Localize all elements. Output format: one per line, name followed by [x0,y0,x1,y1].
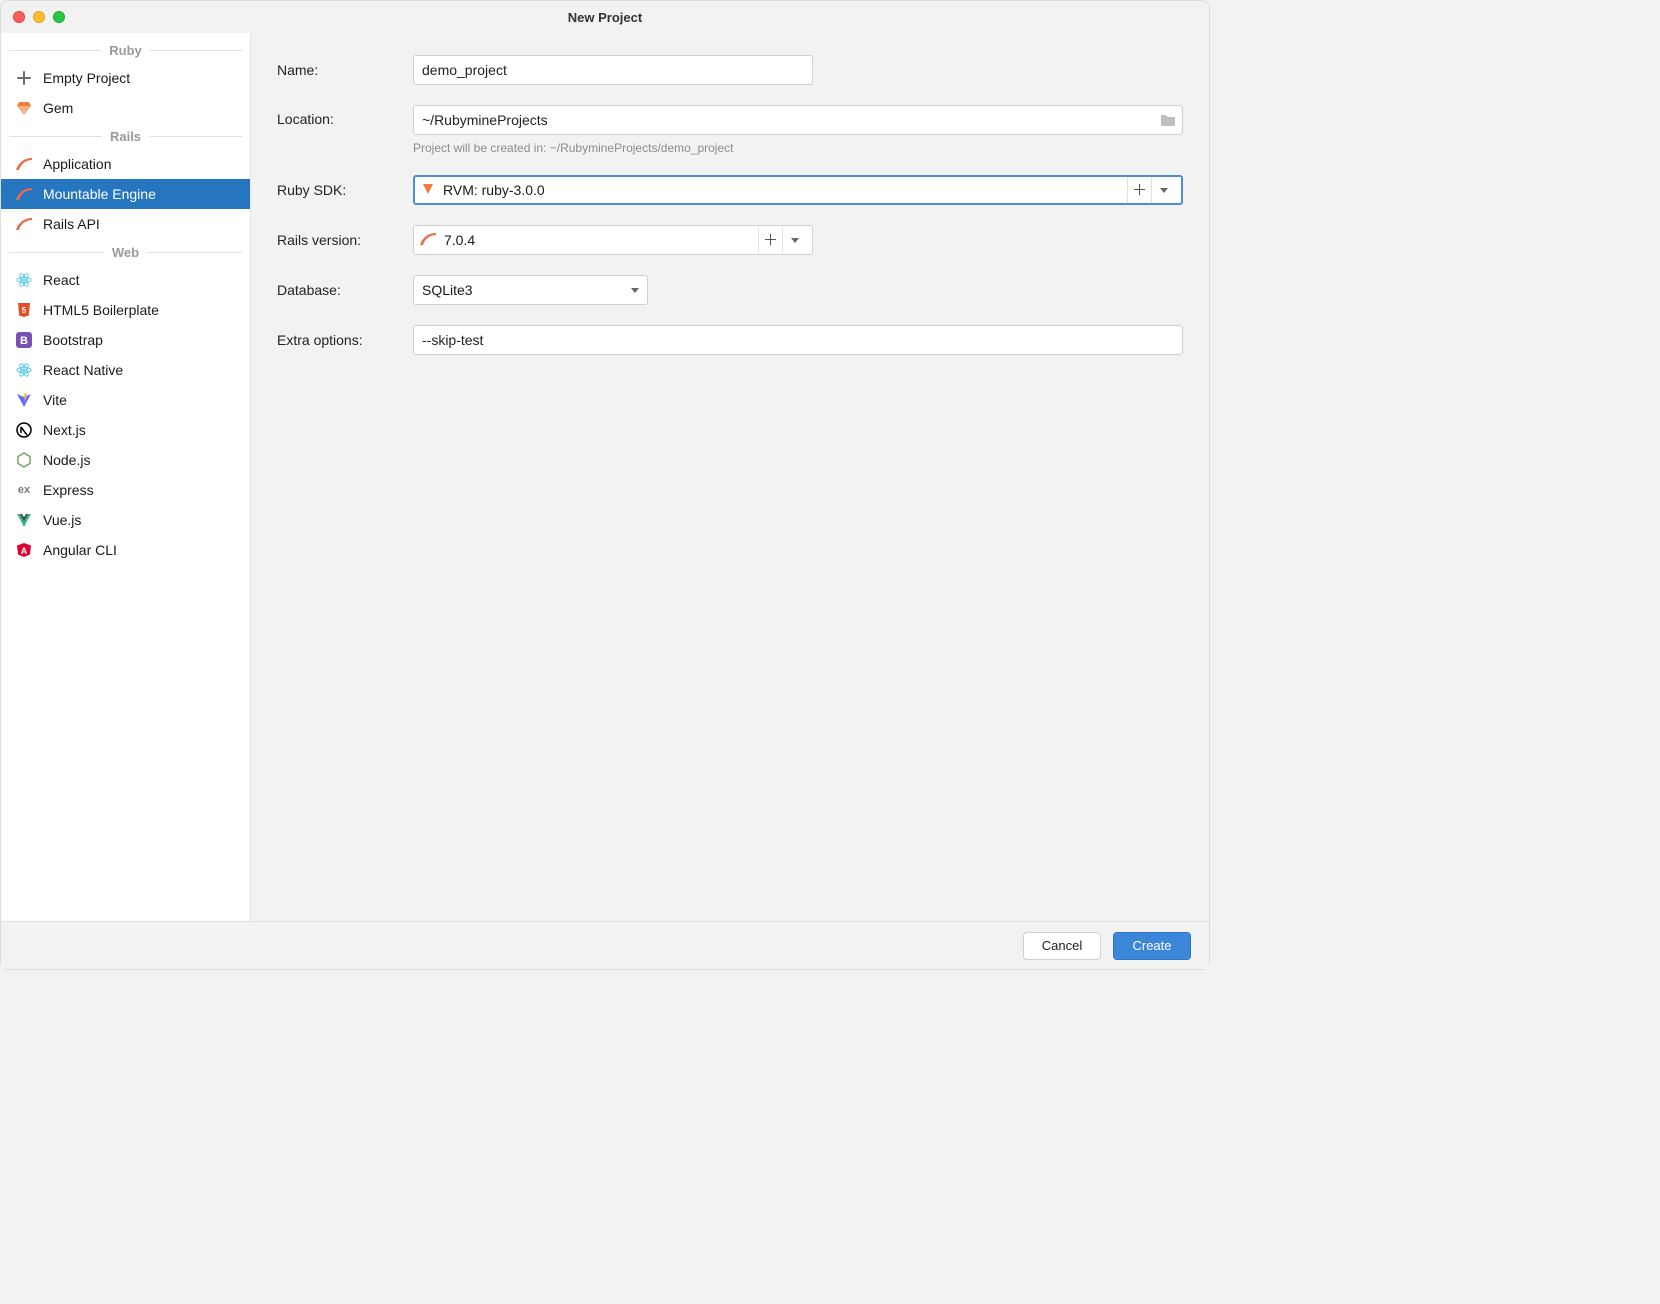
plus-icon [15,69,33,87]
sidebar-item-label: Node.js [43,452,90,468]
chevron-down-icon [1160,188,1168,193]
ruby-sdk-combo[interactable]: RVM: ruby-3.0.0 ＋ [413,175,1183,205]
sidebar-item-application[interactable]: Application [1,149,250,179]
angular-icon: A [15,541,33,559]
vite-icon [15,391,33,409]
sdk-dropdown-button[interactable] [1151,177,1175,203]
location-label: Location: [277,105,397,127]
svg-text:A: A [21,546,28,556]
sidebar-group-ruby: Ruby [1,41,250,59]
svg-text:B: B [20,335,28,347]
rails-version-combo[interactable]: 7.0.4 ＋ [413,225,813,255]
sidebar-item-label: Mountable Engine [43,186,156,202]
sidebar-item-react-native[interactable]: React Native [1,355,250,385]
vue-icon [15,511,33,529]
sidebar-item-react[interactable]: React [1,265,250,295]
titlebar: New Project [1,1,1209,33]
browse-folder-button[interactable] [1157,109,1179,131]
cancel-button[interactable]: Cancel [1023,932,1101,960]
rails-icon [15,215,33,233]
sidebar-item-label: Next.js [43,422,86,438]
sidebar-item-label: Bootstrap [43,332,103,348]
sidebar-item-label: HTML5 Boilerplate [43,302,159,318]
node-icon [15,451,33,469]
sidebar-item-mountable-engine[interactable]: Mountable Engine [1,179,250,209]
create-button[interactable]: Create [1113,932,1191,960]
extra-options-input[interactable] [413,325,1183,355]
chevron-down-icon [791,238,799,243]
express-icon: ex [15,481,33,499]
bootstrap-icon: B [15,331,33,349]
sidebar-item-label: Angular CLI [43,542,117,558]
rails-version-value: 7.0.4 [444,232,475,248]
react-icon [15,361,33,379]
sidebar-group-web: Web [1,243,250,261]
next-icon [15,421,33,439]
html5-icon: 5 [15,301,33,319]
rails-version-dropdown-button[interactable] [782,227,806,253]
svg-text:5: 5 [22,306,27,315]
sidebar-item-angular-cli[interactable]: A Angular CLI [1,535,250,565]
folder-icon [1160,113,1176,127]
ruby-sdk-label: Ruby SDK: [277,182,397,198]
sidebar-item-rails-api[interactable]: Rails API [1,209,250,239]
sidebar-item-label: Vite [43,392,67,408]
react-icon [15,271,33,289]
sidebar-item-label: Vue.js [43,512,81,528]
add-sdk-button[interactable]: ＋ [1127,177,1151,203]
sidebar-item-label: Express [43,482,94,498]
gem-icon [15,99,33,117]
project-config-panel: Name: Location: Project will be created … [251,33,1209,921]
name-input[interactable] [413,55,813,85]
dialog-button-bar: Cancel Create [1,921,1209,969]
sidebar-item-label: Rails API [43,216,100,232]
sidebar-group-rails: Rails [1,127,250,145]
sidebar-item-label: Empty Project [43,70,130,86]
database-select[interactable]: SQLite3 [413,275,648,305]
extra-options-label: Extra options: [277,332,397,348]
plus-icon: ＋ [763,233,778,248]
name-label: Name: [277,62,397,78]
sidebar-item-vite[interactable]: Vite [1,385,250,415]
database-label: Database: [277,282,397,298]
sidebar-item-gem[interactable]: Gem [1,93,250,123]
sidebar-item-nextjs[interactable]: Next.js [1,415,250,445]
ruby-diamond-icon [421,182,435,199]
sidebar-item-bootstrap[interactable]: B Bootstrap [1,325,250,355]
rails-version-label: Rails version: [277,232,397,248]
add-rails-version-button[interactable]: ＋ [758,227,782,253]
location-input[interactable] [413,105,1183,135]
location-hint: Project will be created in: ~/RubyminePr… [413,141,1183,155]
window-title: New Project [1,10,1209,25]
sidebar-item-express[interactable]: ex Express [1,475,250,505]
sidebar-item-label: Gem [43,100,73,116]
sidebar-item-html5-boilerplate[interactable]: 5 HTML5 Boilerplate [1,295,250,325]
database-value: SQLite3 [422,282,473,298]
rails-icon [15,185,33,203]
rails-icon [420,231,436,250]
sidebar-item-label: React Native [43,362,123,378]
ruby-sdk-value: RVM: ruby-3.0.0 [443,182,545,198]
sidebar-item-vuejs[interactable]: Vue.js [1,505,250,535]
sidebar-item-label: Application [43,156,112,172]
plus-icon: ＋ [1132,183,1147,198]
sidebar-item-label: React [43,272,80,288]
sidebar-item-empty-project[interactable]: Empty Project [1,63,250,93]
sidebar-item-nodejs[interactable]: Node.js [1,445,250,475]
rails-icon [15,155,33,173]
chevron-down-icon [631,288,639,293]
project-type-sidebar: Ruby Empty Project Gem Rails Application… [1,33,251,921]
